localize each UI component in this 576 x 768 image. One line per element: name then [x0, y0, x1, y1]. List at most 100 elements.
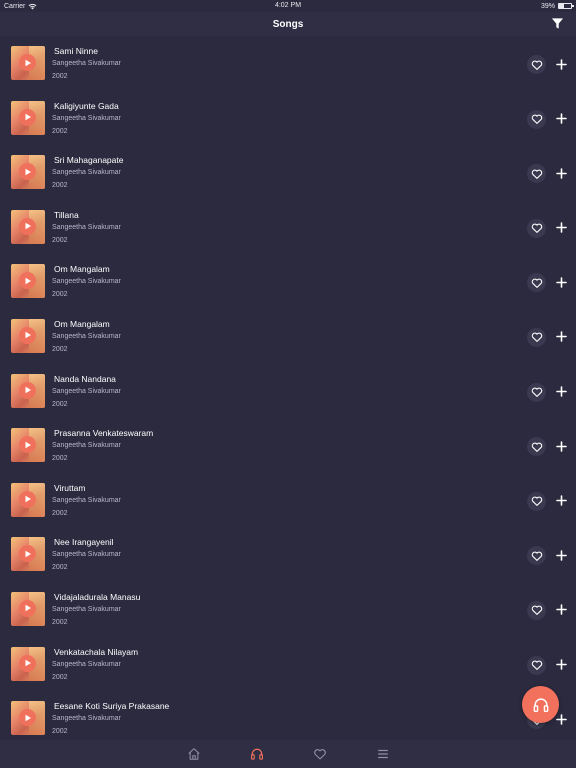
- play-button[interactable]: [19, 381, 36, 399]
- song-artist: Sangeetha Sivakumar: [52, 387, 121, 395]
- album-art[interactable]: [11, 373, 45, 408]
- album-art[interactable]: [11, 155, 45, 190]
- add-to-playlist-button[interactable]: [552, 164, 570, 182]
- plus-icon: [555, 331, 567, 343]
- song-artist: Sangeetha Sivakumar: [52, 551, 121, 559]
- song-row[interactable]: Sami Ninne Sangeetha Sivakumar 2002: [0, 36, 576, 91]
- song-year: 2002: [52, 400, 68, 408]
- play-button[interactable]: [19, 545, 36, 563]
- add-to-playlist-button[interactable]: [552, 656, 570, 674]
- album-art[interactable]: [11, 646, 45, 681]
- play-button[interactable]: [19, 709, 36, 727]
- like-button[interactable]: [527, 164, 546, 184]
- like-button[interactable]: [527, 273, 546, 293]
- like-button[interactable]: [527, 437, 546, 457]
- album-art[interactable]: [11, 482, 45, 517]
- home-icon: [187, 748, 200, 760]
- song-title: Venkatachala Nilayam: [54, 646, 139, 657]
- play-button[interactable]: [19, 163, 36, 181]
- plus-icon: [555, 222, 567, 234]
- menu-icon: [377, 749, 388, 759]
- album-art[interactable]: [11, 264, 45, 299]
- play-button[interactable]: [19, 599, 36, 617]
- add-to-playlist-button[interactable]: [552, 546, 570, 564]
- play-button[interactable]: [19, 108, 36, 126]
- song-row[interactable]: Om Mangalam Sangeetha Sivakumar 2002: [0, 254, 576, 309]
- song-row[interactable]: Tillana Sangeetha Sivakumar 2002: [0, 200, 576, 255]
- plus-icon: [555, 113, 567, 124]
- like-button[interactable]: [527, 655, 546, 675]
- play-icon: [25, 113, 31, 121]
- tab-songs[interactable]: [249, 746, 265, 762]
- album-art[interactable]: [11, 428, 45, 463]
- song-row[interactable]: Sri Mahaganapate Sangeetha Sivakumar 200…: [0, 145, 576, 200]
- play-icon: [25, 59, 31, 66]
- heart-icon: [531, 442, 542, 452]
- like-button[interactable]: [527, 382, 546, 402]
- album-art[interactable]: [11, 591, 45, 626]
- like-button[interactable]: [527, 600, 546, 620]
- add-to-playlist-button[interactable]: [552, 110, 570, 128]
- play-button[interactable]: [19, 490, 36, 508]
- song-year: 2002: [52, 236, 68, 244]
- song-artist: Sangeetha Sivakumar: [52, 496, 121, 504]
- now-playing-button[interactable]: [522, 686, 559, 723]
- add-to-playlist-button[interactable]: [552, 601, 570, 619]
- heart-icon: [531, 387, 542, 398]
- album-art[interactable]: [11, 701, 45, 736]
- tab-menu[interactable]: [375, 746, 391, 762]
- play-button[interactable]: [19, 54, 36, 71]
- song-artist: Sangeetha Sivakumar: [52, 660, 121, 668]
- add-to-playlist-button[interactable]: [552, 328, 570, 346]
- page-title: Songs: [272, 18, 304, 30]
- album-art[interactable]: [11, 100, 45, 135]
- song-row[interactable]: Nee Irangayenil Sangeetha Sivakumar 2002: [0, 527, 576, 582]
- play-button[interactable]: [19, 272, 36, 290]
- like-button[interactable]: [527, 218, 546, 238]
- heart-icon: [531, 551, 542, 561]
- plus-icon: [555, 604, 567, 616]
- album-art[interactable]: [11, 209, 45, 244]
- like-button[interactable]: [527, 327, 546, 347]
- tab-favorites[interactable]: [312, 746, 328, 762]
- song-row[interactable]: Om Mangalam Sangeetha Sivakumar 2002: [0, 309, 576, 364]
- song-title: Prasanna Venkateswaram: [54, 428, 154, 439]
- add-to-playlist-button[interactable]: [552, 437, 570, 455]
- song-row[interactable]: Nanda Nandana Sangeetha Sivakumar 2002: [0, 364, 576, 419]
- like-button[interactable]: [527, 55, 546, 74]
- song-artist: Sangeetha Sivakumar: [52, 715, 121, 723]
- filter-icon[interactable]: [551, 17, 564, 30]
- headphones-icon: [533, 697, 548, 712]
- headphones-icon: [250, 748, 263, 760]
- song-title: Eesane Koti Suriya Prakasane: [54, 701, 170, 712]
- song-year: 2002: [52, 182, 68, 190]
- add-to-playlist-button[interactable]: [552, 273, 570, 291]
- song-row[interactable]: Eesane Koti Suriya Prakasane Sangeetha S…: [0, 691, 576, 740]
- song-title: Tillana: [54, 209, 79, 220]
- plus-icon: [555, 713, 567, 725]
- album-art[interactable]: [11, 537, 45, 572]
- song-title: Sri Mahaganapate: [54, 155, 124, 166]
- song-row[interactable]: Viruttam Sangeetha Sivakumar 2002: [0, 473, 576, 528]
- song-row[interactable]: Prasanna Venkateswaram Sangeetha Sivakum…: [0, 418, 576, 473]
- song-row[interactable]: Vidajaladurala Manasu Sangeetha Sivakuma…: [0, 582, 576, 637]
- add-to-playlist-button[interactable]: [552, 383, 570, 401]
- like-button[interactable]: [527, 491, 546, 511]
- like-button[interactable]: [527, 546, 546, 566]
- add-to-playlist-button[interactable]: [552, 219, 570, 237]
- album-art[interactable]: [11, 318, 45, 353]
- album-art[interactable]: [11, 46, 45, 80]
- tab-home[interactable]: [186, 746, 202, 762]
- add-to-playlist-button[interactable]: [552, 492, 570, 510]
- play-button[interactable]: [19, 326, 36, 344]
- play-button[interactable]: [19, 654, 36, 672]
- add-to-playlist-button[interactable]: [552, 55, 570, 73]
- play-button[interactable]: [19, 217, 36, 235]
- plus-icon: [555, 58, 567, 70]
- play-icon: [25, 386, 31, 394]
- song-row[interactable]: Venkatachala Nilayam Sangeetha Sivakumar…: [0, 637, 576, 692]
- song-row[interactable]: Kaligiyunte Gada Sangeetha Sivakumar 200…: [0, 91, 576, 146]
- like-button[interactable]: [527, 109, 546, 129]
- plus-icon: [555, 167, 567, 179]
- play-button[interactable]: [19, 436, 36, 454]
